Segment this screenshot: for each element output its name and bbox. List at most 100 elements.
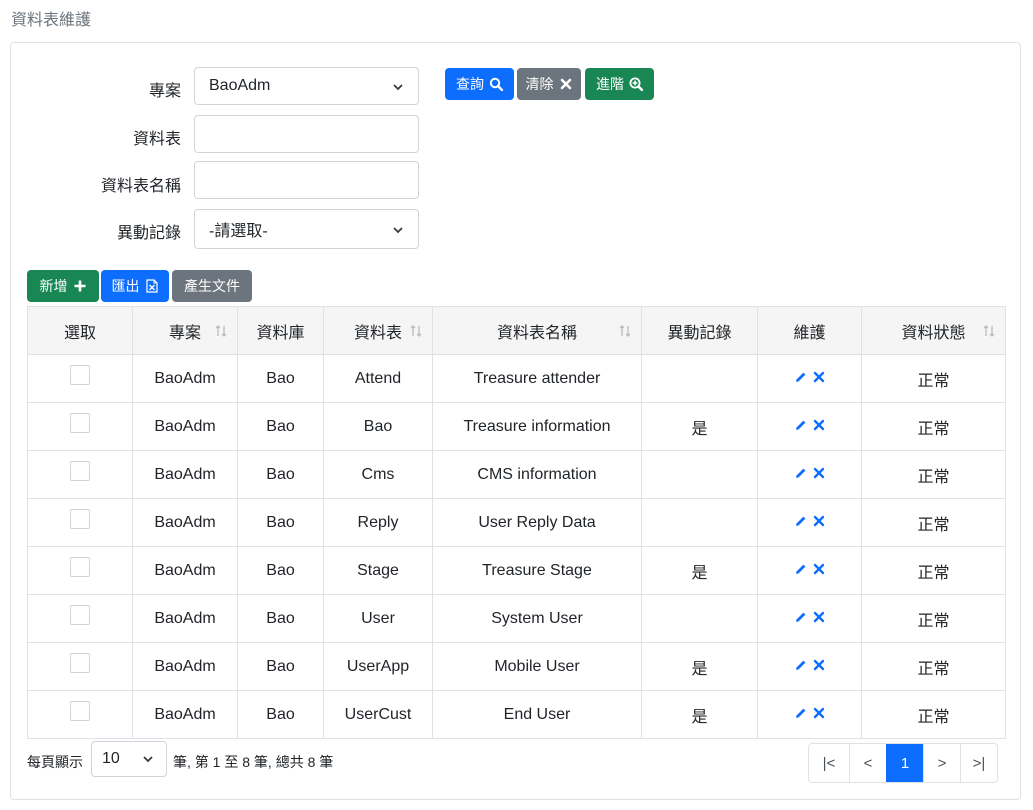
prev-page-button[interactable]: <: [849, 744, 886, 782]
database-cell: Bao: [237, 450, 324, 499]
change-log-cell: 是: [641, 642, 758, 691]
change-log-cell: 是: [641, 402, 758, 451]
project-cell: BaoAdm: [132, 402, 238, 451]
table-cell: Cms: [323, 450, 433, 499]
pagination: |< < 1 > >|: [808, 743, 998, 783]
sort-icon: [215, 325, 227, 337]
data-table: 選取 專案 資料庫 資料表 資料表名稱 異動記錄 維護 資料狀態 BaoAdm …: [27, 306, 1006, 739]
header-maintain: 維護: [757, 306, 862, 355]
generate-doc-button[interactable]: 產生文件: [172, 270, 252, 302]
select-cell: [27, 450, 133, 499]
export-button[interactable]: 匯出: [101, 270, 169, 302]
project-cell: BaoAdm: [132, 450, 238, 499]
header-table[interactable]: 資料表: [323, 306, 433, 355]
status-cell: 正常: [861, 690, 1006, 739]
edit-icon[interactable]: [795, 611, 807, 623]
header-table-name[interactable]: 資料表名稱: [432, 306, 642, 355]
select-cell: [27, 354, 133, 403]
status-cell: 正常: [861, 354, 1006, 403]
last-page-button[interactable]: >|: [960, 744, 997, 782]
project-cell: BaoAdm: [132, 594, 238, 643]
edit-icon[interactable]: [795, 563, 807, 575]
page-button-1[interactable]: 1: [886, 744, 923, 782]
maintain-cell: [757, 546, 862, 595]
header-select: 選取: [27, 306, 133, 355]
next-page-button[interactable]: >: [923, 744, 960, 782]
status-cell: 正常: [861, 498, 1006, 547]
row-checkbox[interactable]: [70, 653, 90, 674]
edit-icon[interactable]: [795, 659, 807, 671]
sort-icon: [410, 325, 422, 337]
main-card: 專案 BaoAdm 資料表 資料表名稱 異動記錄 -請選取- 查詢 清除 進階: [10, 42, 1021, 800]
edit-icon[interactable]: [795, 419, 807, 431]
row-checkbox[interactable]: [70, 461, 90, 482]
edit-icon[interactable]: [795, 515, 807, 527]
row-checkbox[interactable]: [70, 701, 90, 722]
delete-icon[interactable]: [813, 467, 825, 479]
edit-icon[interactable]: [795, 467, 807, 479]
project-cell: BaoAdm: [132, 690, 238, 739]
select-cell: [27, 642, 133, 691]
delete-icon[interactable]: [813, 659, 825, 671]
delete-icon[interactable]: [813, 707, 825, 719]
table-name-cell: User Reply Data: [432, 498, 642, 547]
edit-icon[interactable]: [795, 707, 807, 719]
edit-icon[interactable]: [795, 371, 807, 383]
sort-icon: [619, 325, 631, 337]
maintain-cell: [757, 690, 862, 739]
row-checkbox[interactable]: [70, 413, 90, 434]
database-cell: Bao: [237, 642, 324, 691]
delete-icon[interactable]: [813, 611, 825, 623]
table-cell: UserApp: [323, 642, 433, 691]
table-name-cell: Treasure attender: [432, 354, 642, 403]
header-status[interactable]: 資料狀態: [861, 306, 1006, 355]
change-log-cell: 是: [641, 546, 758, 595]
close-icon: [560, 78, 571, 90]
chevron-down-icon: [393, 227, 403, 234]
maintain-cell: [757, 594, 862, 643]
table-cell: User: [323, 594, 433, 643]
table-input[interactable]: [194, 115, 419, 153]
row-checkbox[interactable]: [70, 605, 90, 626]
delete-icon[interactable]: [813, 515, 825, 527]
maintain-cell: [757, 402, 862, 451]
table-name-label: 資料表名稱: [100, 178, 181, 195]
select-cell: [27, 594, 133, 643]
table-cell: Stage: [323, 546, 433, 595]
project-select[interactable]: BaoAdm: [194, 67, 419, 105]
change-log-select[interactable]: -請選取-: [194, 209, 419, 249]
add-button[interactable]: 新增: [27, 270, 99, 302]
status-cell: 正常: [861, 450, 1006, 499]
maintain-cell: [757, 642, 862, 691]
first-page-button[interactable]: |<: [809, 744, 849, 782]
table-name-cell: Treasure information: [432, 402, 642, 451]
status-cell: 正常: [861, 546, 1006, 595]
maintain-cell: [757, 450, 862, 499]
row-checkbox[interactable]: [70, 509, 90, 530]
query-button[interactable]: 查詢: [445, 68, 514, 100]
header-change-log: 異動記錄: [641, 306, 758, 355]
clear-button[interactable]: 清除: [517, 68, 581, 100]
header-change-log-label: 異動記錄: [667, 324, 732, 342]
table-cell: Bao: [323, 402, 433, 451]
table-name-input[interactable]: [194, 161, 419, 199]
delete-icon[interactable]: [813, 419, 825, 431]
page-size-select[interactable]: 10: [91, 741, 167, 777]
delete-icon[interactable]: [813, 563, 825, 575]
advanced-button[interactable]: 進階: [585, 68, 654, 100]
row-checkbox[interactable]: [70, 365, 90, 386]
header-project[interactable]: 專案: [132, 306, 238, 355]
project-cell: BaoAdm: [132, 354, 238, 403]
change-log-cell: 是: [641, 690, 758, 739]
select-cell: [27, 690, 133, 739]
project-label: 專案: [148, 83, 181, 100]
table-name-cell: Mobile User: [432, 642, 642, 691]
pagination-summary: 筆, 第 1 至 8 筆, 總共 8 筆: [173, 754, 334, 770]
status-cell: 正常: [861, 642, 1006, 691]
row-checkbox[interactable]: [70, 557, 90, 578]
header-select-label: 選取: [63, 324, 96, 342]
header-maintain-label: 維護: [793, 324, 826, 342]
delete-icon[interactable]: [813, 371, 825, 383]
table-cell: Reply: [323, 498, 433, 547]
project-cell: BaoAdm: [132, 642, 238, 691]
